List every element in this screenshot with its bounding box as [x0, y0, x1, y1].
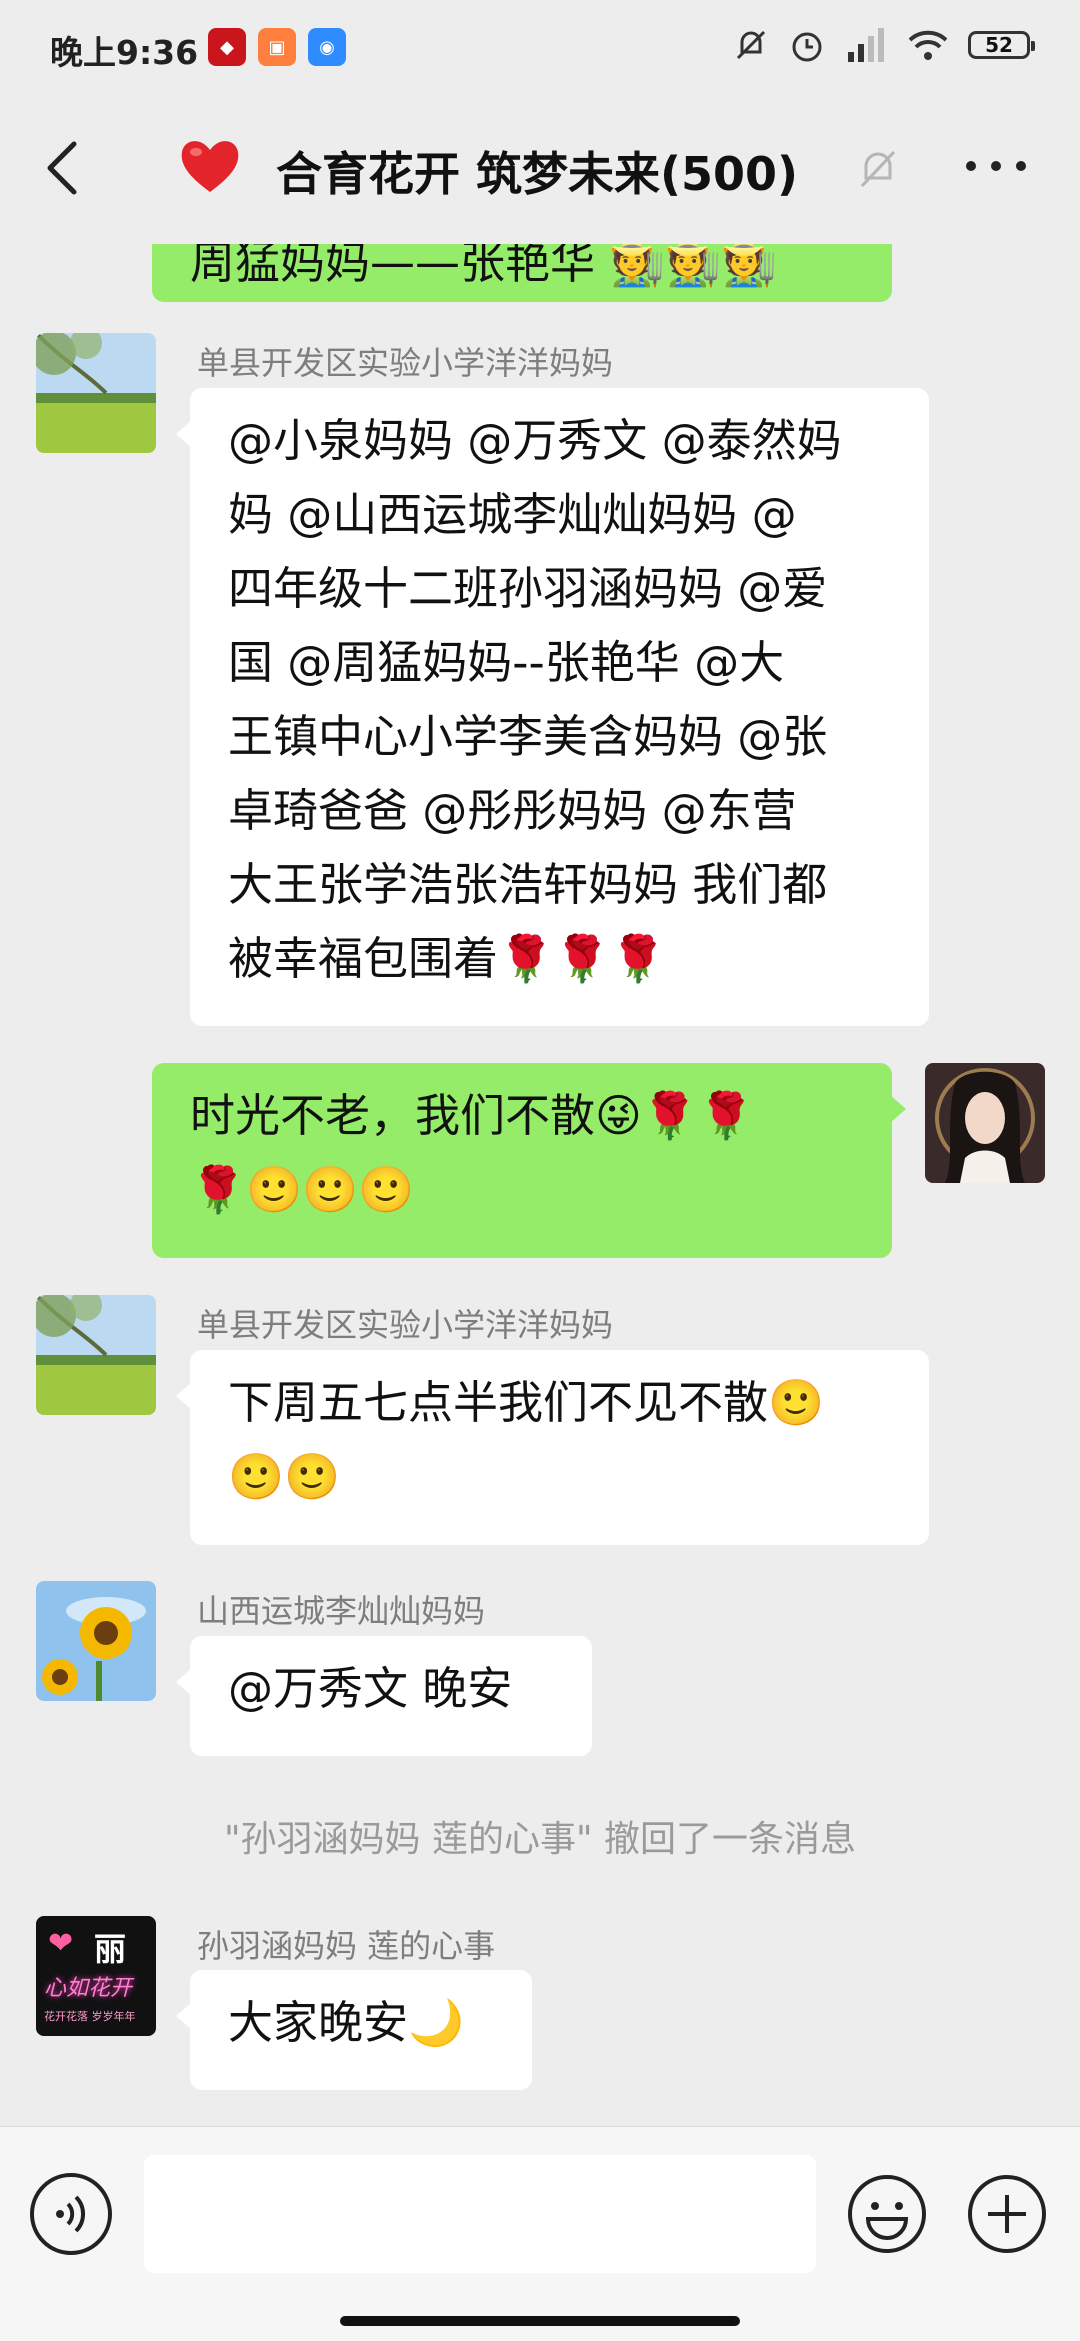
status-bar: 晚上9:36 ◆ ▣ ◉ 52	[0, 0, 1080, 96]
message-line: @万秀文 晚安	[228, 1662, 513, 1715]
message-line: 时光不老，我们不散😜🌹🌹	[190, 1089, 754, 1142]
avatar-landscape-image	[36, 333, 156, 453]
input-bar	[0, 2126, 1080, 2341]
avatar-sunflower-image	[36, 1581, 156, 1701]
avatar-portrait-image	[925, 1063, 1045, 1183]
avatar-neon-text: 心如花开	[44, 1976, 133, 2001]
message-line: 四年级十二班孙羽涵妈妈 @爱	[228, 562, 828, 615]
message-line: 🙂🙂	[228, 1450, 341, 1503]
message-line: 大家晚安🌙	[228, 1996, 465, 2049]
self-avatar[interactable]	[925, 1063, 1045, 1183]
wifi-icon	[908, 30, 948, 60]
sender-name: 山西运城李灿灿妈妈	[197, 1592, 486, 1630]
sender-name: 单县开发区实验小学洋洋妈妈	[197, 1306, 614, 1344]
shopping-app-icon: ▣	[258, 28, 296, 66]
chat-header: 合育花开 筑梦未来(500)	[0, 96, 1080, 244]
chat-title: 合育花开 筑梦未来(500)	[276, 147, 799, 201]
message-bubble-self[interactable]: 时光不老，我们不散😜🌹🌹 🌹🙂🙂🙂	[152, 1063, 906, 1258]
back-arrow-icon[interactable]	[40, 138, 86, 198]
message-text: 周猛妈妈——张艳华 🧑‍🌾🧑‍🌾🧑‍🌾	[190, 244, 778, 289]
recall-notice: "孙羽涵妈妈 莲的心事" 撤回了一条消息	[223, 1819, 856, 1860]
message-line: 大王张学浩张浩轩妈妈 我们都	[228, 858, 828, 911]
message-line: 卓琦爸爸 @彤彤妈妈 @东营	[228, 784, 797, 837]
status-time: 晚上9:36	[50, 33, 199, 72]
avatar-neon-heart: ❤	[48, 1926, 74, 1961]
avatar-neon-small: 花开花落 岁岁年年	[44, 2010, 136, 2023]
battery-icon: 52	[968, 31, 1035, 59]
status-icons: 52	[732, 26, 1035, 64]
message-line: 下周五七点半我们不见不散🙂	[228, 1376, 825, 1429]
home-indicator[interactable]	[340, 2316, 740, 2326]
voice-icon	[56, 2195, 86, 2233]
avatar[interactable]	[36, 1581, 156, 1701]
sender-name: 单县开发区实验小学洋洋妈妈	[197, 344, 614, 382]
avatar-neon-top: 丽	[94, 1930, 127, 1968]
mute-notifications-icon	[736, 30, 766, 60]
chat-app-icon: ◉	[308, 28, 346, 66]
voice-input-button[interactable]	[30, 2173, 112, 2255]
sender-name: 孙羽涵妈妈 莲的心事	[197, 1927, 496, 1965]
more-options-button[interactable]	[966, 156, 1026, 176]
message-line: 被幸福包围着🌹🌹🌹	[228, 932, 667, 985]
message-line: 妈 @山西运城李灿灿妈妈 @	[228, 488, 797, 541]
message-bubble[interactable]: @小泉妈妈 @万秀文 @泰然妈 妈 @山西运城李灿灿妈妈 @ 四年级十二班孙羽涵…	[176, 388, 929, 1026]
clipped-message-area: 周猛妈妈——张艳华 🧑‍🌾🧑‍🌾🧑‍🌾	[0, 244, 1080, 302]
message-bubble[interactable]: 下周五七点半我们不见不散🙂 🙂🙂	[176, 1350, 929, 1545]
avatar[interactable]	[36, 333, 156, 453]
message-line: @小泉妈妈 @万秀文 @泰然妈	[228, 414, 842, 467]
message-bubble[interactable]: 大家晚安🌙	[176, 1970, 532, 2090]
message-input[interactable]	[144, 2155, 816, 2273]
avatar[interactable]	[36, 1295, 156, 1415]
message-line: 王镇中心小学李美含妈妈 @张	[228, 710, 828, 763]
plus-icon[interactable]	[966, 2173, 1048, 2255]
news-app-icon: ◆	[208, 28, 246, 66]
message-line: 国 @周猛妈妈--张艳华 @大	[228, 636, 785, 689]
emoji-icon[interactable]	[846, 2173, 928, 2255]
avatar-landscape-image	[36, 1295, 156, 1415]
avatar[interactable]: ❤ 丽 心如花开 花开花落 岁岁年年	[36, 1916, 156, 2036]
alarm-icon	[792, 32, 822, 62]
signal-icon	[848, 28, 884, 62]
message-bubble[interactable]: @万秀文 晚安	[176, 1636, 592, 1756]
heart-icon	[181, 141, 239, 192]
message-line: 🌹🙂🙂🙂	[190, 1163, 415, 1216]
muted-bell-icon	[860, 150, 896, 188]
message-bubble-self[interactable]: 周猛妈妈——张艳华 🧑‍🌾🧑‍🌾🧑‍🌾	[152, 244, 892, 302]
